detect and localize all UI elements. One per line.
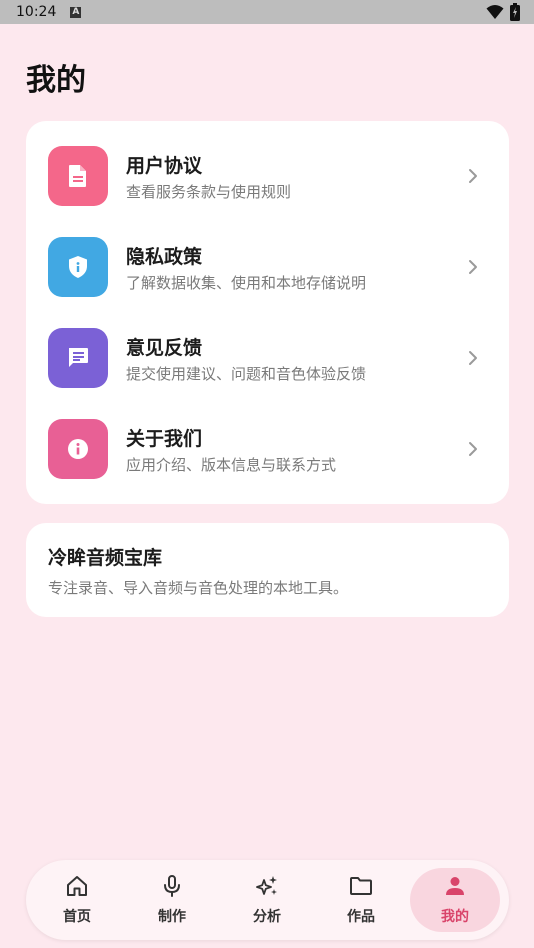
menu-item-subtitle: 查看服务条款与使用规则 xyxy=(126,183,292,201)
home-icon xyxy=(67,876,87,896)
document-icon xyxy=(69,165,86,187)
chevron-right-icon xyxy=(469,169,477,183)
app-name: 冷眸音频宝库 xyxy=(48,547,163,569)
menu-item-feedback[interactable]: 意见反馈 提交使用建议、问题和音色体验反馈 xyxy=(26,313,509,403)
bottom-navigation: 首页 制作 分析 作品 我的 xyxy=(26,860,509,940)
nav-label: 分析 xyxy=(253,909,281,925)
nav-label: 作品 xyxy=(347,909,375,925)
battery-icon xyxy=(510,3,520,21)
menu-item-user-agreement[interactable]: 用户协议 查看服务条款与使用规则 xyxy=(26,131,509,221)
nav-label: 首页 xyxy=(63,909,91,925)
nav-item-analysis[interactable]: 分析 xyxy=(222,868,312,932)
notification-indicator: A xyxy=(70,6,82,18)
settings-menu-card: 用户协议 查看服务条款与使用规则 隐私政策 了解数据收集、使用和本地存储说明 意… xyxy=(26,121,509,504)
feedback-icon xyxy=(69,348,88,367)
menu-item-title: 关于我们 xyxy=(126,428,203,450)
nav-item-mine[interactable]: 我的 xyxy=(410,868,500,932)
privacy-policy-tile xyxy=(48,237,108,297)
app-description: 专注录音、导入音频与音色处理的本地工具。 xyxy=(48,579,349,597)
menu-item-title: 用户协议 xyxy=(126,155,203,177)
nav-label: 我的 xyxy=(441,909,469,925)
menu-item-title: 意见反馈 xyxy=(126,337,203,359)
microphone-icon xyxy=(164,875,180,897)
menu-item-about-us[interactable]: 关于我们 应用介绍、版本信息与联系方式 xyxy=(26,404,509,494)
menu-item-privacy-policy[interactable]: 隐私政策 了解数据收集、使用和本地存储说明 xyxy=(26,222,509,312)
nav-label: 制作 xyxy=(158,909,186,925)
menu-item-subtitle: 了解数据收集、使用和本地存储说明 xyxy=(126,274,367,292)
nav-item-home[interactable]: 首页 xyxy=(32,868,122,932)
status-time: 10:24 xyxy=(16,4,57,20)
chevron-right-icon xyxy=(469,351,477,365)
folder-icon xyxy=(350,877,372,895)
status-bar: 10:24 A xyxy=(0,0,534,24)
info-icon xyxy=(68,439,88,459)
user-agreement-tile xyxy=(48,146,108,206)
nav-item-create[interactable]: 制作 xyxy=(127,868,217,932)
sparkle-icon xyxy=(256,876,277,895)
app-info-card: 冷眸音频宝库 专注录音、导入音频与音色处理的本地工具。 xyxy=(26,523,509,617)
menu-item-subtitle: 提交使用建议、问题和音色体验反馈 xyxy=(126,365,367,383)
chevron-right-icon xyxy=(469,442,477,456)
wifi-icon xyxy=(486,5,504,19)
nav-item-works[interactable]: 作品 xyxy=(316,868,406,932)
page-title: 我的 xyxy=(26,63,86,98)
menu-item-subtitle: 应用介绍、版本信息与联系方式 xyxy=(126,456,337,474)
chevron-right-icon xyxy=(469,260,477,274)
person-icon xyxy=(446,877,464,895)
feedback-tile xyxy=(48,328,108,388)
shield-icon xyxy=(69,256,87,278)
about-us-tile xyxy=(48,419,108,479)
menu-item-title: 隐私政策 xyxy=(126,246,203,268)
